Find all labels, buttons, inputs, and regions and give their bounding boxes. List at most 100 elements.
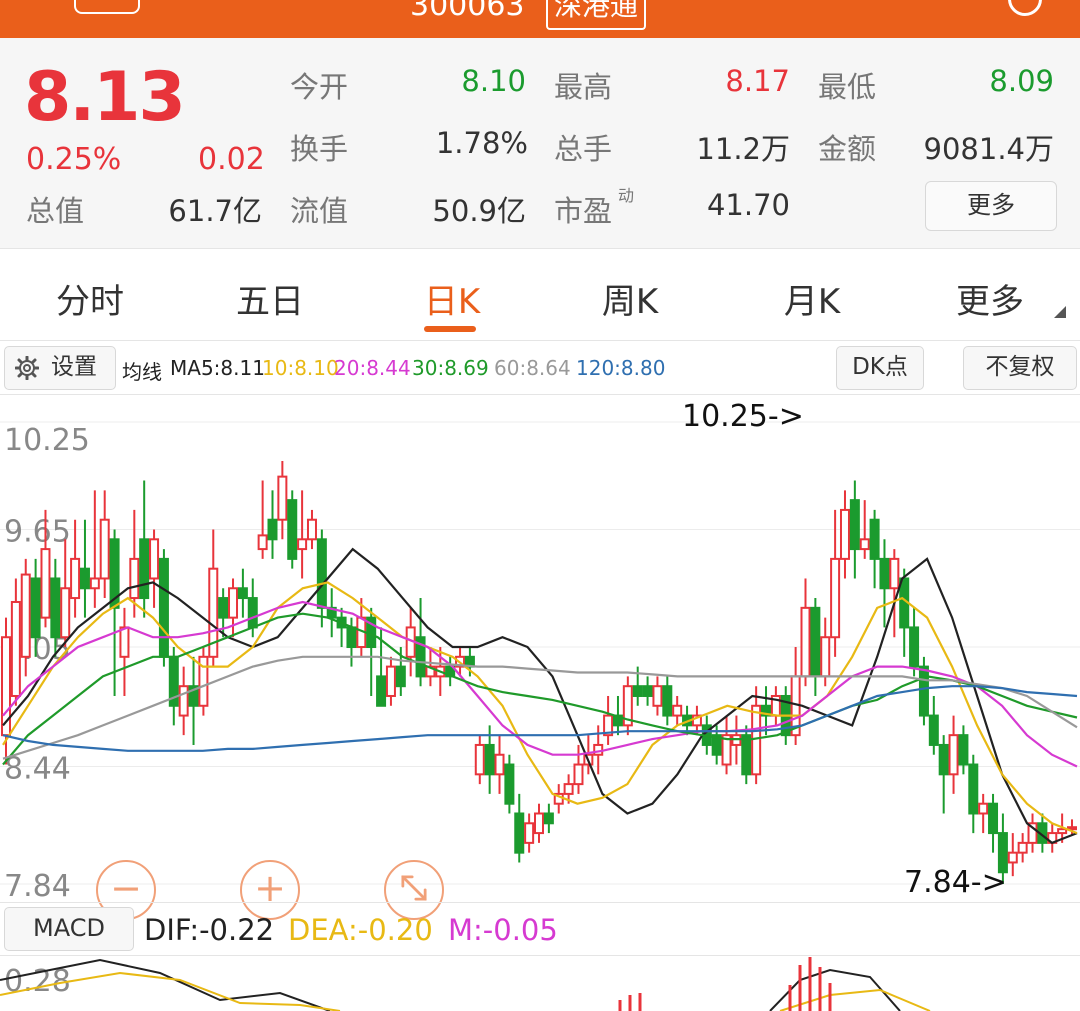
candle-body [237,587,248,600]
search-icon[interactable] [1008,0,1042,16]
candle-body [563,783,574,795]
candle-body [494,753,505,776]
y-tick-label: 8.44 [4,751,71,786]
low-label: 最低 [818,70,877,104]
macd-histogram [618,957,832,1011]
candle-body [316,538,327,609]
high-label: 最高 [554,70,613,104]
candle-body [1057,828,1068,835]
candle-body [741,734,752,776]
open-label: 今开 [290,70,349,104]
candle-body [810,606,821,678]
macd-top-tick: 0.28 [4,964,71,999]
candle-body [978,802,989,815]
low-annotation: 7.84-> [904,865,1007,900]
ma60-label: 60:8.64 [494,356,571,380]
pe-value: 41.70 [706,188,790,222]
macd-dea: DEA:-0.20 [288,913,433,947]
tab-intraday[interactable]: 分时 [30,274,150,323]
macd-header: MACD DIF:-0.22 DEA:-0.20 M:-0.05 [0,902,1080,956]
candle-body [149,538,160,580]
high-annotation: 10.25-> [682,399,804,434]
candle-body [40,548,51,619]
tab-weekly-k[interactable]: 周K [570,274,690,323]
dk-point-button[interactable]: DK点 [836,346,924,390]
candle-body [1007,851,1018,864]
turnover-value: 1.78% [435,126,528,160]
candle-body [267,518,278,541]
amount-label: 金额 [818,132,877,166]
ma-line-ma60 [2,655,1078,760]
settings-button[interactable]: 设置 [4,346,116,390]
candle-body [306,518,317,541]
current-price: 8.13 [24,58,186,137]
tab-five-day[interactable]: 五日 [210,274,330,323]
connect-tag[interactable]: 深港通 [546,0,647,30]
candle-body [593,743,604,756]
gear-icon [15,356,39,380]
top-bar: 300063 深港通 [0,0,1080,38]
candle-body [869,518,880,560]
candle-body [385,665,396,697]
period-tabs: 分时 五日 日K 周K 月K 更多 [0,250,1080,341]
candle-body [543,812,554,825]
candle-body [958,734,969,766]
candle-body [879,557,890,590]
candle-body [79,567,90,590]
candle-body [889,557,900,590]
ma20-label: 20:8.44 [334,356,411,380]
turnover-label: 换手 [290,132,349,166]
candle-body [524,822,535,844]
candle-body [287,499,298,560]
macd-button[interactable]: MACD [4,907,134,951]
candle-body [672,704,683,717]
tab-daily-k[interactable]: 日K [392,274,512,323]
tab-monthly-k[interactable]: 月K [752,274,872,323]
ma-line-ma120 [2,685,1078,752]
candle-body [988,802,999,835]
quote-more-button[interactable]: 更多 [925,181,1057,231]
candle-body [534,812,544,835]
candle-body [968,763,979,815]
candle-body [139,538,150,600]
candle-body [504,763,515,805]
candle-body [89,577,100,590]
ma10-label: 10:8.10 [262,356,339,380]
candle-body [129,557,140,600]
float-mv-label: 流值 [290,194,349,228]
candle-body [484,743,495,776]
candle-body [830,557,841,639]
y-tick-label: 10.25 [4,423,90,458]
tab-more[interactable]: 更多 [930,274,1050,323]
amount-value: 9081.4万 [923,132,1054,166]
y-tick-label: 7.84 [4,869,71,902]
candle-body [50,577,61,639]
candle-body [119,626,130,658]
adjust-mode-button[interactable]: 不复权 [963,346,1077,390]
back-icon[interactable] [74,0,140,14]
candle-body [918,665,929,717]
candle-body [632,685,643,697]
pe-label: 市盈 [554,194,613,228]
candle-body [218,597,229,619]
candle-body [514,812,525,854]
kline-chart[interactable]: 10.259.659.058.447.8410.25->7.84-> [0,394,1080,902]
stock-code: 300063 [410,0,525,23]
candle-body [20,573,31,658]
macd-dea-line-2 [779,988,931,1011]
ma120-label: 120:8.80 [576,356,666,380]
candle-body [948,734,959,776]
macd-dif: DIF:-0.22 [144,913,275,947]
candle-body [257,534,268,551]
candle-body [346,626,357,649]
ma5-label: MA5:8.11 [170,356,265,380]
candle-body [751,704,762,776]
candle-body [839,508,850,560]
candle-body [297,538,308,551]
candle-body [376,675,387,707]
low-value: 8.09 [989,64,1054,98]
volume-label: 总手 [554,132,613,166]
y-tick-label: 9.65 [4,515,71,550]
candle-body [10,600,21,697]
candle-body [70,557,81,600]
